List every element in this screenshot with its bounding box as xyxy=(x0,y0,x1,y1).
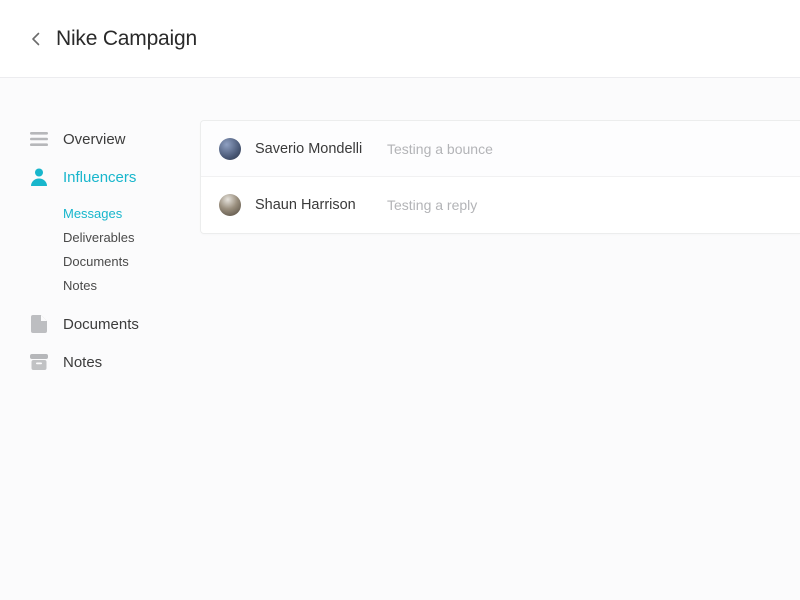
thread-row[interactable]: Saverio Mondelli Testing a bounce xyxy=(201,121,800,177)
document-icon xyxy=(30,315,48,333)
sidebar-item-notes[interactable]: Notes xyxy=(30,343,200,381)
back-button[interactable] xyxy=(28,32,42,46)
thread-name: Shaun Harrison xyxy=(255,197,373,213)
chevron-left-icon xyxy=(31,32,40,46)
sidebar-item-influencers[interactable]: Influencers xyxy=(30,158,200,196)
sidebar: Overview Influencers Messages Deliverabl… xyxy=(0,78,200,600)
avatar xyxy=(219,194,241,216)
thread-list: Saverio Mondelli Testing a bounce Shaun … xyxy=(200,120,800,234)
thread-name: Saverio Mondelli xyxy=(255,141,373,157)
subnav-item-notes[interactable]: Notes xyxy=(63,273,200,297)
sidebar-item-label: Overview xyxy=(63,131,126,148)
sidebar-item-label: Notes xyxy=(63,354,102,371)
header: Nike Campaign xyxy=(0,0,800,78)
page-title: Nike Campaign xyxy=(56,27,197,51)
subnav-item-documents[interactable]: Documents xyxy=(63,249,200,273)
subnav-item-deliverables[interactable]: Deliverables xyxy=(63,225,200,249)
influencers-subnav: Messages Deliverables Documents Notes xyxy=(30,196,200,305)
avatar xyxy=(219,138,241,160)
archive-icon xyxy=(30,353,48,371)
sidebar-item-documents[interactable]: Documents xyxy=(30,305,200,343)
main-content: Saverio Mondelli Testing a bounce Shaun … xyxy=(200,78,800,600)
menu-icon xyxy=(30,130,48,148)
person-icon xyxy=(30,168,48,186)
subnav-item-messages[interactable]: Messages xyxy=(63,201,200,225)
thread-row[interactable]: Shaun Harrison Testing a reply xyxy=(201,177,800,233)
thread-preview: Testing a bounce xyxy=(387,141,493,157)
sidebar-item-label: Influencers xyxy=(63,169,136,186)
sidebar-item-overview[interactable]: Overview xyxy=(30,120,200,158)
thread-preview: Testing a reply xyxy=(387,197,477,213)
sidebar-item-label: Documents xyxy=(63,316,139,333)
